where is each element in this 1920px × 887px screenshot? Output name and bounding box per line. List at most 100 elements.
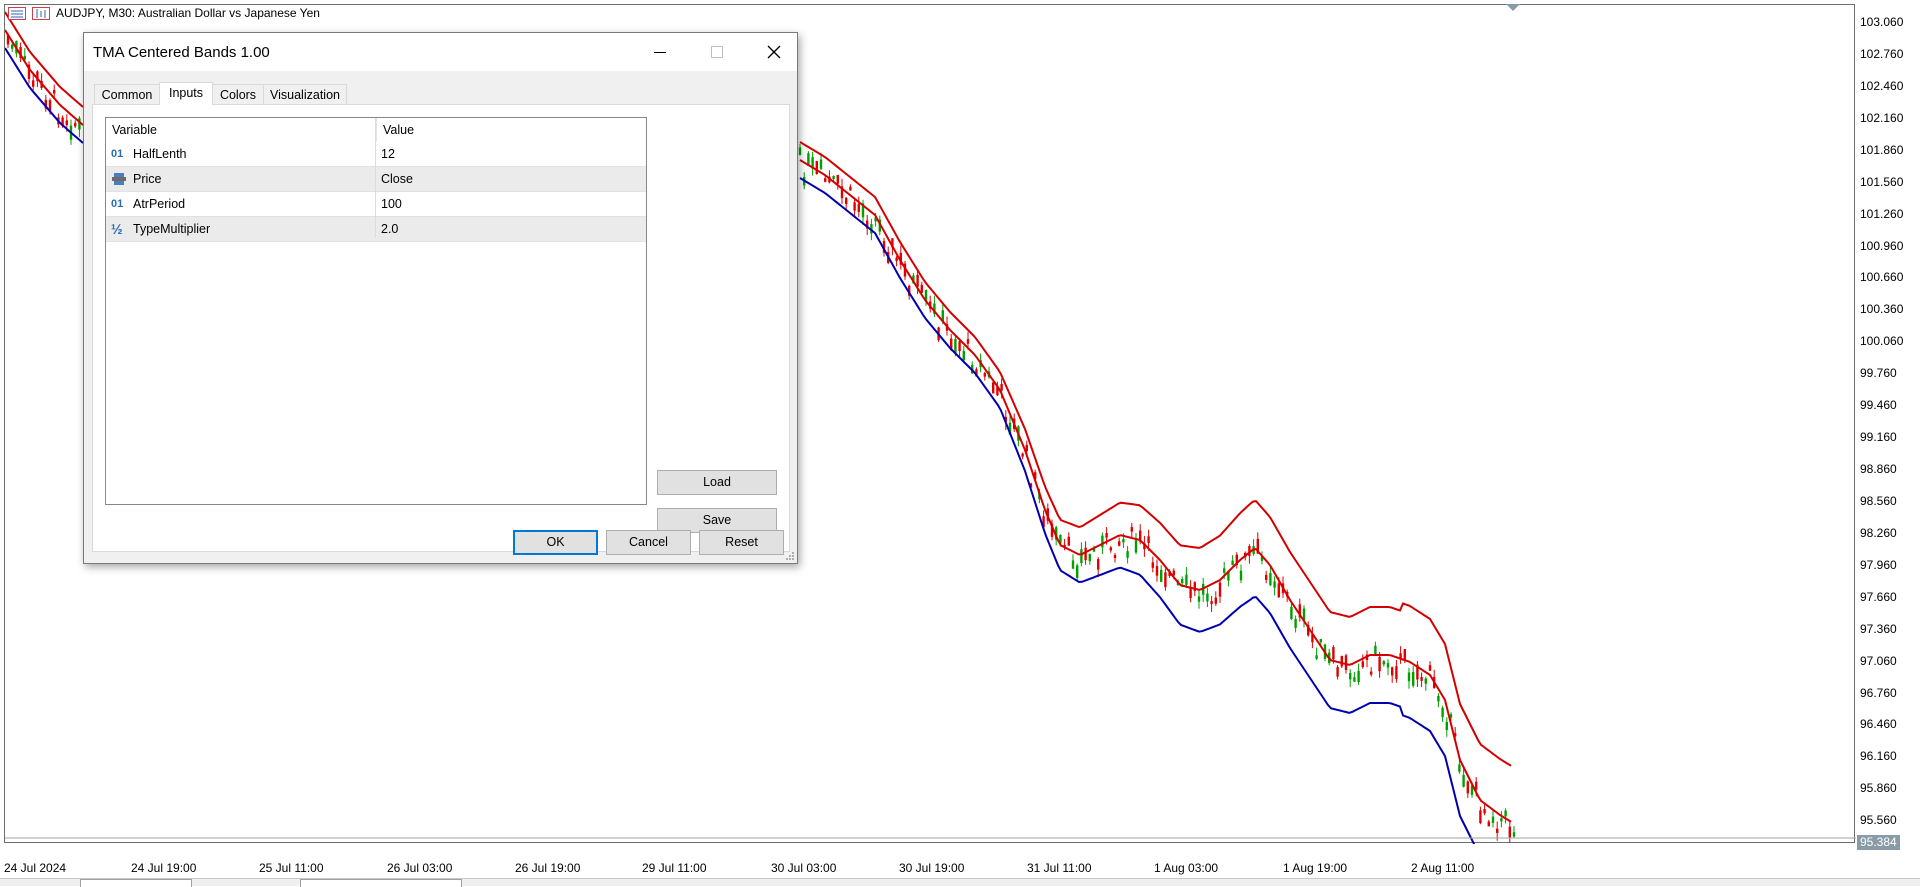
price-tick-label: 101.560 [1860, 174, 1904, 189]
candle-body [819, 159, 823, 169]
chart-tab[interactable] [80, 879, 192, 887]
candle-body [1206, 593, 1209, 602]
price-tick-label: 99.160 [1860, 430, 1897, 445]
variable-value[interactable]: 100 [381, 192, 402, 216]
column-header-value[interactable]: Value [376, 118, 646, 142]
enum-icon [112, 173, 126, 185]
upper-band [799, 141, 1512, 767]
chart-tab[interactable] [300, 879, 462, 887]
candle-body [1508, 826, 1511, 838]
candle-body [836, 174, 839, 184]
minimize-icon [654, 52, 666, 53]
middle-band [799, 159, 1512, 823]
tab-inputs[interactable]: Inputs [159, 82, 213, 105]
resize-grip-icon[interactable] [785, 551, 795, 561]
candle-body [1512, 832, 1516, 837]
dialog-title: TMA Centered Bands 1.00 [93, 44, 270, 61]
candle-body [1147, 536, 1150, 544]
price-tick-label: 102.160 [1860, 110, 1904, 125]
cancel-button[interactable]: Cancel [606, 530, 691, 555]
candle-body [798, 147, 802, 155]
candle-body [1105, 533, 1108, 538]
candle-body [1189, 587, 1192, 598]
upper-band [5, 11, 84, 108]
price-tick-label: 98.860 [1860, 462, 1897, 477]
price-tick-label: 100.060 [1860, 334, 1904, 349]
dialog-titlebar[interactable]: TMA Centered Bands 1.00 [84, 33, 797, 71]
table-row[interactable]: 01 AtrPeriod 100 [106, 192, 646, 217]
candle-body [1197, 596, 1201, 602]
price-tick-label: 95.560 [1860, 813, 1897, 828]
bars-chart-icon[interactable] [32, 6, 50, 20]
time-tick-label: 24 Jul 19:00 [131, 861, 197, 875]
candle-body [1491, 816, 1495, 823]
table-row[interactable]: Price Close [106, 167, 646, 192]
time-tick-label: 26 Jul 03:00 [387, 861, 453, 875]
candle-body [853, 202, 856, 211]
candle-body [1340, 655, 1343, 667]
candle-body [1151, 562, 1154, 568]
candle-body [1496, 828, 1499, 833]
candle-body [1218, 582, 1222, 597]
time-tick-label: 24 Jul 2024 [4, 861, 67, 875]
candle-body [1487, 821, 1490, 827]
candle-body [1181, 579, 1184, 584]
tab-colors[interactable]: Colors [212, 84, 264, 104]
minimize-button[interactable] [637, 33, 683, 71]
inputs-grid[interactable]: Variable Value 01 HalfLenth 12 Price Clo… [105, 117, 647, 505]
candle-body [1378, 656, 1381, 672]
price-tick-label: 101.860 [1860, 142, 1904, 157]
candle-body [11, 44, 14, 49]
price-tick-label: 96.460 [1860, 717, 1897, 732]
candle-body [962, 350, 965, 361]
table-row[interactable]: 01 HalfLenth 12 [106, 142, 646, 167]
load-button[interactable]: Load [657, 470, 777, 495]
candle-body [1294, 618, 1297, 628]
candle-body [992, 382, 995, 394]
table-row[interactable]: ½ TypeMultiplier 2.0 [106, 217, 646, 242]
maximize-button[interactable] [694, 33, 740, 71]
close-button[interactable] [751, 33, 797, 71]
reset-button[interactable]: Reset [699, 530, 784, 555]
candle-body [1084, 547, 1087, 561]
integer-icon: 01 [111, 198, 124, 210]
chart-title: AUDJPY, M30: Australian Dollar vs Japane… [8, 6, 320, 20]
candle-body [1290, 606, 1293, 620]
tab-visualization[interactable]: Visualization [263, 84, 347, 104]
price-tick-label: 100.360 [1860, 302, 1904, 317]
variable-name: Price [133, 172, 162, 186]
shift-marker-icon[interactable] [1506, 4, 1520, 12]
variable-name: TypeMultiplier [133, 222, 211, 236]
candle-body [1466, 781, 1469, 794]
maximize-icon [711, 46, 723, 58]
price-tick-label: 97.660 [1860, 589, 1897, 604]
chart-window-icon[interactable] [8, 6, 26, 20]
variable-value[interactable]: 2.0 [381, 217, 398, 241]
tab-common[interactable]: Common [94, 84, 160, 104]
time-tick-label: 30 Jul 03:00 [771, 861, 837, 875]
candle-body [1134, 540, 1138, 553]
candle-body [1483, 809, 1486, 814]
candle-body [1126, 551, 1129, 558]
column-divider [375, 118, 376, 238]
variable-value[interactable]: Close [381, 167, 413, 191]
candle-body [824, 178, 827, 182]
close-icon [767, 45, 781, 59]
candle-body [920, 284, 923, 293]
candle-body [1382, 661, 1385, 665]
time-tick-label: 1 Aug 03:00 [1154, 861, 1219, 875]
candle-body [1269, 573, 1272, 586]
price-tick-label: 99.460 [1860, 398, 1897, 413]
candle-body [1164, 572, 1167, 588]
candle-body [1370, 671, 1373, 675]
candle-body [958, 341, 961, 352]
column-header-variable[interactable]: Variable [106, 118, 376, 142]
candle-body [1458, 764, 1461, 772]
ok-button[interactable]: OK [513, 530, 598, 555]
candle-body [1353, 677, 1356, 682]
candle-body [1160, 569, 1163, 582]
candle-body [1122, 539, 1125, 543]
variable-value[interactable]: 12 [381, 142, 395, 166]
price-tick-label: 100.660 [1860, 270, 1904, 285]
candle-body [983, 373, 986, 377]
